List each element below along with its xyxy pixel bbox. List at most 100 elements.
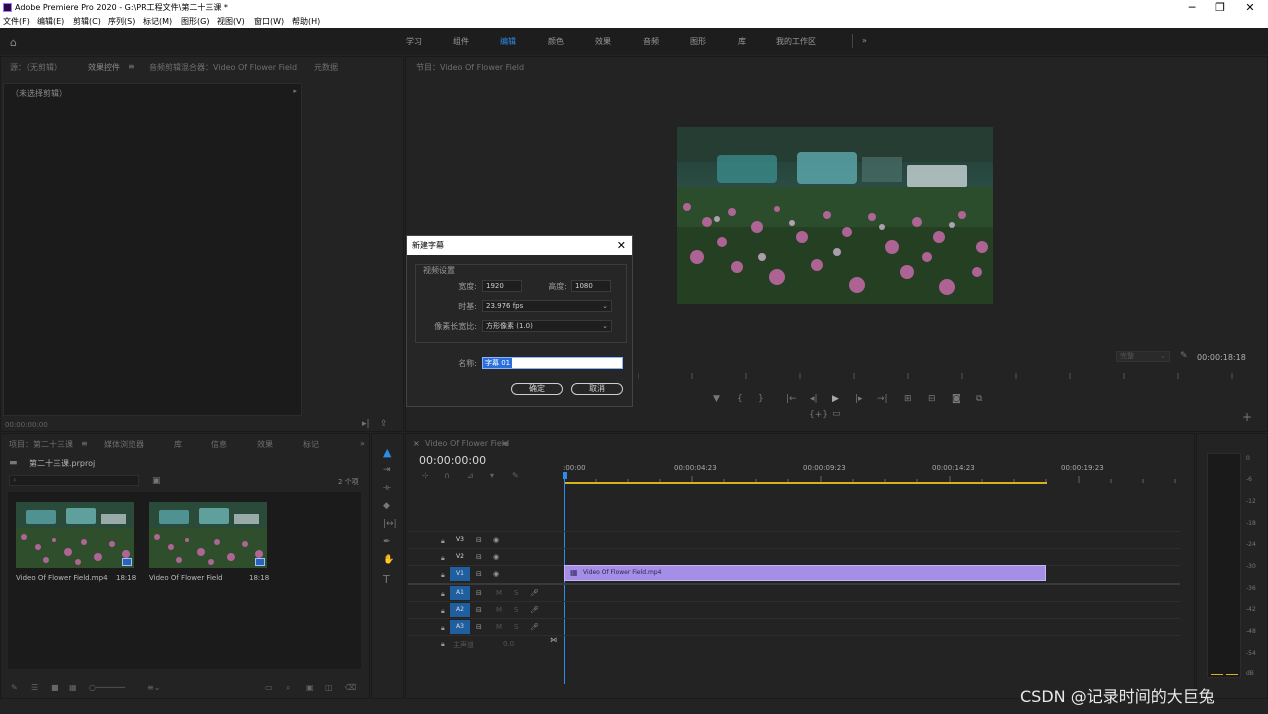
freeform-view-icon[interactable]: ▦	[69, 683, 77, 692]
solo-button[interactable]: S	[514, 623, 518, 631]
extract-icon[interactable]: ⊟	[928, 394, 936, 404]
panel-menu-icon[interactable]: ≡	[128, 62, 135, 71]
close-window-button[interactable]: ✕	[1235, 0, 1265, 15]
mute-button[interactable]: M	[496, 606, 502, 614]
eye-icon[interactable]: ◉	[493, 570, 499, 578]
tab-audio-clip-mixer[interactable]: 音频剪辑混合器：Video Of Flower Field	[149, 62, 297, 73]
hand-tool-icon[interactable]: ✋	[383, 556, 394, 565]
compare-icon[interactable]: ⧉	[976, 394, 982, 404]
track-header-v1[interactable]: V1	[450, 567, 470, 581]
sync-lock-icon[interactable]: ⊟	[476, 536, 482, 544]
close-icon[interactable]: ✕	[617, 236, 626, 255]
safe-margins-icon[interactable]: ▭	[832, 410, 841, 419]
menu-window[interactable]: 窗口(W)	[254, 15, 284, 28]
name-field[interactable]: 字幕 01	[482, 357, 623, 369]
list-view-icon[interactable]: ☰	[31, 683, 38, 692]
snap-icon[interactable]: ⊹	[422, 471, 429, 480]
playhead-line[interactable]	[564, 479, 565, 684]
restore-button[interactable]: ❐	[1205, 0, 1235, 15]
program-timecode[interactable]: 00:00:18:18	[1197, 353, 1246, 362]
close-sequence-icon[interactable]: ×	[413, 439, 420, 448]
workspace-editing[interactable]: 编辑	[500, 36, 516, 47]
tab-program[interactable]: 节目：Video Of Flower Field	[416, 62, 524, 73]
track-header-v2[interactable]: V2	[450, 550, 470, 564]
export-icon[interactable]: ⇪	[380, 420, 388, 429]
height-field[interactable]: 1080	[571, 280, 611, 292]
timebase-select[interactable]: 23.976 fps ⌄	[482, 300, 612, 312]
step-back-icon[interactable]: ◂|	[810, 394, 818, 404]
menu-marker[interactable]: 标记(M)	[143, 15, 172, 28]
microphone-icon[interactable]: 🎤︎	[530, 623, 539, 631]
search-input[interactable]: ⌕	[9, 475, 139, 486]
work-area-bar[interactable]	[565, 482, 1047, 484]
tab-media-browser[interactable]: 媒体浏览器	[104, 439, 144, 450]
solo-button[interactable]: S	[514, 589, 518, 597]
menu-graphics[interactable]: 图形(G)	[181, 15, 209, 28]
zoom-slider[interactable]: ○──────	[89, 683, 125, 692]
lock-icon[interactable]: 🔒︎	[441, 554, 445, 563]
timeline-clip[interactable]: ▦ Video Of Flower Field.mp4	[564, 565, 1046, 581]
workspace-audio[interactable]: 音频	[643, 36, 659, 47]
workspace-learn[interactable]: 学习	[406, 36, 422, 47]
lock-icon[interactable]: 🔒︎	[441, 624, 445, 633]
tab-metadata[interactable]: 元数据	[314, 62, 338, 73]
new-bin-footer-icon[interactable]: ▣	[306, 683, 314, 692]
menu-view[interactable]: 视图(V)	[217, 15, 245, 28]
project-item-thumbnail[interactable]	[149, 502, 267, 568]
camera-icon[interactable]: ◙	[952, 394, 961, 404]
find-icon[interactable]: ⌕	[286, 683, 290, 693]
lock-icon[interactable]: 🔒︎	[441, 640, 445, 649]
razor-tool-icon[interactable]: ◆	[383, 502, 390, 511]
sync-lock-icon[interactable]: ⊟	[476, 553, 482, 561]
tab-markers[interactable]: 标记	[303, 439, 319, 450]
play-icon[interactable]: ▶	[832, 394, 839, 404]
pencil-icon[interactable]: ✎	[11, 683, 18, 692]
track-header-a2[interactable]: A2	[450, 603, 470, 617]
sort-icon[interactable]: ≡⌄	[147, 683, 160, 692]
track-select-tool-icon[interactable]: ⇥	[383, 466, 391, 475]
tab-info[interactable]: 信息	[211, 439, 227, 450]
pixel-aspect-select[interactable]: 方形像素 (1.0) ⌄	[482, 320, 612, 332]
tab-effects[interactable]: 效果	[257, 439, 273, 450]
track-header-a1[interactable]: A1	[450, 586, 470, 600]
selection-tool-icon[interactable]: ▲	[383, 447, 391, 458]
minimize-button[interactable]: ─	[1177, 0, 1207, 15]
automate-icon[interactable]: ▭	[265, 683, 273, 692]
tab-source[interactable]: 源：（无剪辑）	[10, 62, 62, 73]
ok-button[interactable]: 确定	[511, 383, 563, 395]
go-to-in-icon[interactable]: |←	[786, 394, 797, 404]
master-volume-value[interactable]: 0.0	[503, 640, 514, 648]
go-to-out-icon[interactable]: →|	[877, 394, 888, 404]
eye-icon[interactable]: ◉	[493, 553, 499, 561]
workspace-effects[interactable]: 效果	[595, 36, 611, 47]
add-marker-icon[interactable]: ▾	[490, 471, 494, 480]
workspace-more-button[interactable]: »	[862, 36, 867, 45]
mute-button[interactable]: M	[496, 623, 502, 631]
cancel-button[interactable]: 取消	[571, 383, 623, 395]
track-header-a3[interactable]: A3	[450, 620, 470, 634]
menu-sequence[interactable]: 序列(S)	[108, 15, 135, 28]
microphone-icon[interactable]: 🎤︎	[530, 589, 539, 597]
lift-icon[interactable]: ⊞	[904, 394, 912, 404]
home-icon[interactable]: ⌂	[10, 36, 22, 49]
ripple-edit-tool-icon[interactable]: ⟛	[383, 484, 391, 493]
timeline-settings-icon[interactable]: ✎	[512, 471, 519, 480]
insert-icon[interactable]: {+}	[809, 411, 828, 420]
workspace-libraries[interactable]: 库	[738, 36, 746, 47]
sync-lock-icon[interactable]: ⊟	[476, 589, 482, 597]
sync-lock-icon[interactable]: ⊟	[476, 570, 482, 578]
playhead-handle[interactable]	[563, 472, 567, 479]
width-field[interactable]: 1920	[482, 280, 522, 292]
project-item-thumbnail[interactable]	[16, 502, 134, 568]
panel-menu-icon[interactable]: ≡	[502, 439, 509, 448]
wrench-icon[interactable]: ✎	[1180, 352, 1188, 361]
step-forward-icon[interactable]: |▸	[855, 394, 863, 404]
pen-tool-icon[interactable]: ✒	[383, 538, 391, 547]
mark-in-icon[interactable]: {	[737, 394, 743, 404]
microphone-icon[interactable]: 🎤︎	[530, 606, 539, 614]
lock-icon[interactable]: 🔒︎	[441, 607, 445, 616]
slip-tool-icon[interactable]: |↔|	[383, 520, 397, 529]
tab-effect-controls[interactable]: 效果控件	[88, 62, 120, 73]
eye-icon[interactable]: ◉	[493, 536, 499, 544]
add-marker-icon[interactable]: ▼	[713, 394, 720, 404]
